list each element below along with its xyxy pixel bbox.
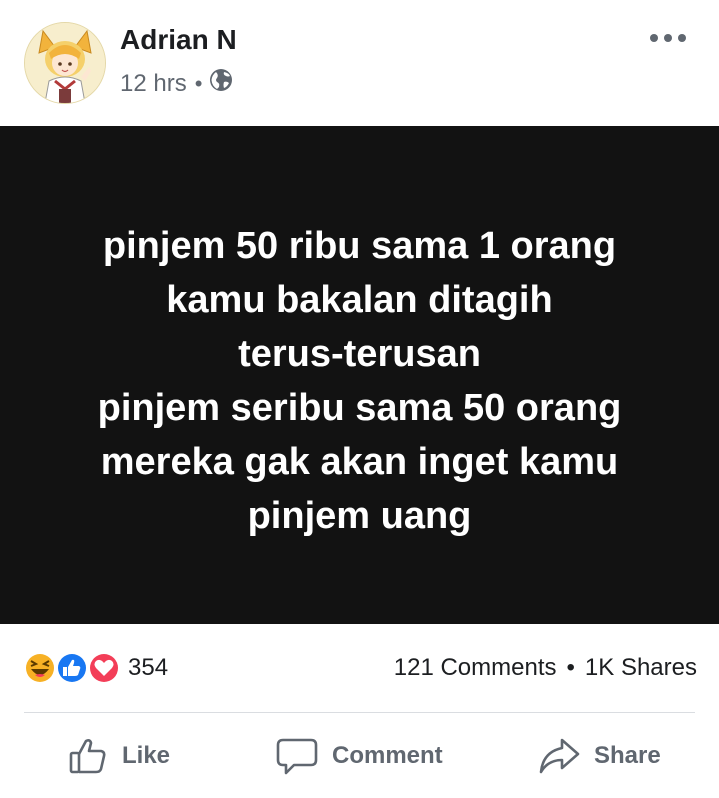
like-button[interactable]: Like — [68, 736, 170, 776]
status-line: kamu bakalan ditagih — [166, 279, 553, 321]
comment-count[interactable]: 121 Comments — [394, 654, 557, 682]
comment-label: Comment — [332, 742, 443, 769]
like-reaction-icon — [56, 652, 88, 684]
share-icon — [539, 738, 580, 774]
status-background: pinjem 50 ribu sama 1 orang kamu bakalan… — [0, 126, 719, 624]
haha-reaction-icon — [24, 652, 56, 684]
status-line: pinjem uang — [247, 495, 472, 537]
globe-icon — [209, 68, 233, 99]
count-separator: • — [566, 654, 575, 681]
avatar[interactable] — [24, 22, 106, 104]
post-meta: 12 hrs • — [120, 68, 233, 99]
comment-button[interactable]: Comment — [276, 736, 443, 776]
divider — [24, 712, 695, 713]
action-bar: Like Comment Share — [0, 714, 719, 798]
reactions-bar: 354 121 Comments • 1K Shares — [0, 640, 719, 694]
share-label: Share — [594, 742, 661, 769]
reaction-icons[interactable] — [22, 650, 122, 686]
comment-icon — [276, 738, 318, 775]
share-button[interactable]: Share — [538, 736, 661, 776]
author-name[interactable]: Adrian N — [120, 24, 237, 56]
post-time[interactable]: 12 hrs — [120, 70, 187, 98]
meta-separator: • — [194, 70, 203, 96]
status-line: pinjem seribu sama 50 orang — [97, 387, 622, 429]
reaction-count[interactable]: 354 — [128, 654, 168, 682]
more-options-icon[interactable] — [650, 30, 686, 46]
love-reaction-icon — [88, 652, 120, 684]
status-line: pinjem 50 ribu sama 1 orang — [102, 225, 617, 267]
facebook-post: Adrian N 12 hrs • pinjem 50 ribu sama 1 … — [0, 0, 719, 798]
anime-avatar-icon — [25, 23, 105, 103]
like-label: Like — [122, 742, 171, 769]
engagement-counts: 121 Comments • 1K Shares — [394, 654, 697, 682]
post-header: Adrian N 12 hrs • — [0, 0, 719, 126]
status-line: mereka gak akan inget kamu — [100, 441, 619, 483]
status-line: terus-terusan — [238, 333, 481, 375]
status-text: pinjem 50 ribu sama 1 orang kamu bakalan… — [20, 219, 700, 543]
thumbs-up-icon — [69, 739, 106, 774]
share-count[interactable]: 1K Shares — [585, 654, 697, 682]
